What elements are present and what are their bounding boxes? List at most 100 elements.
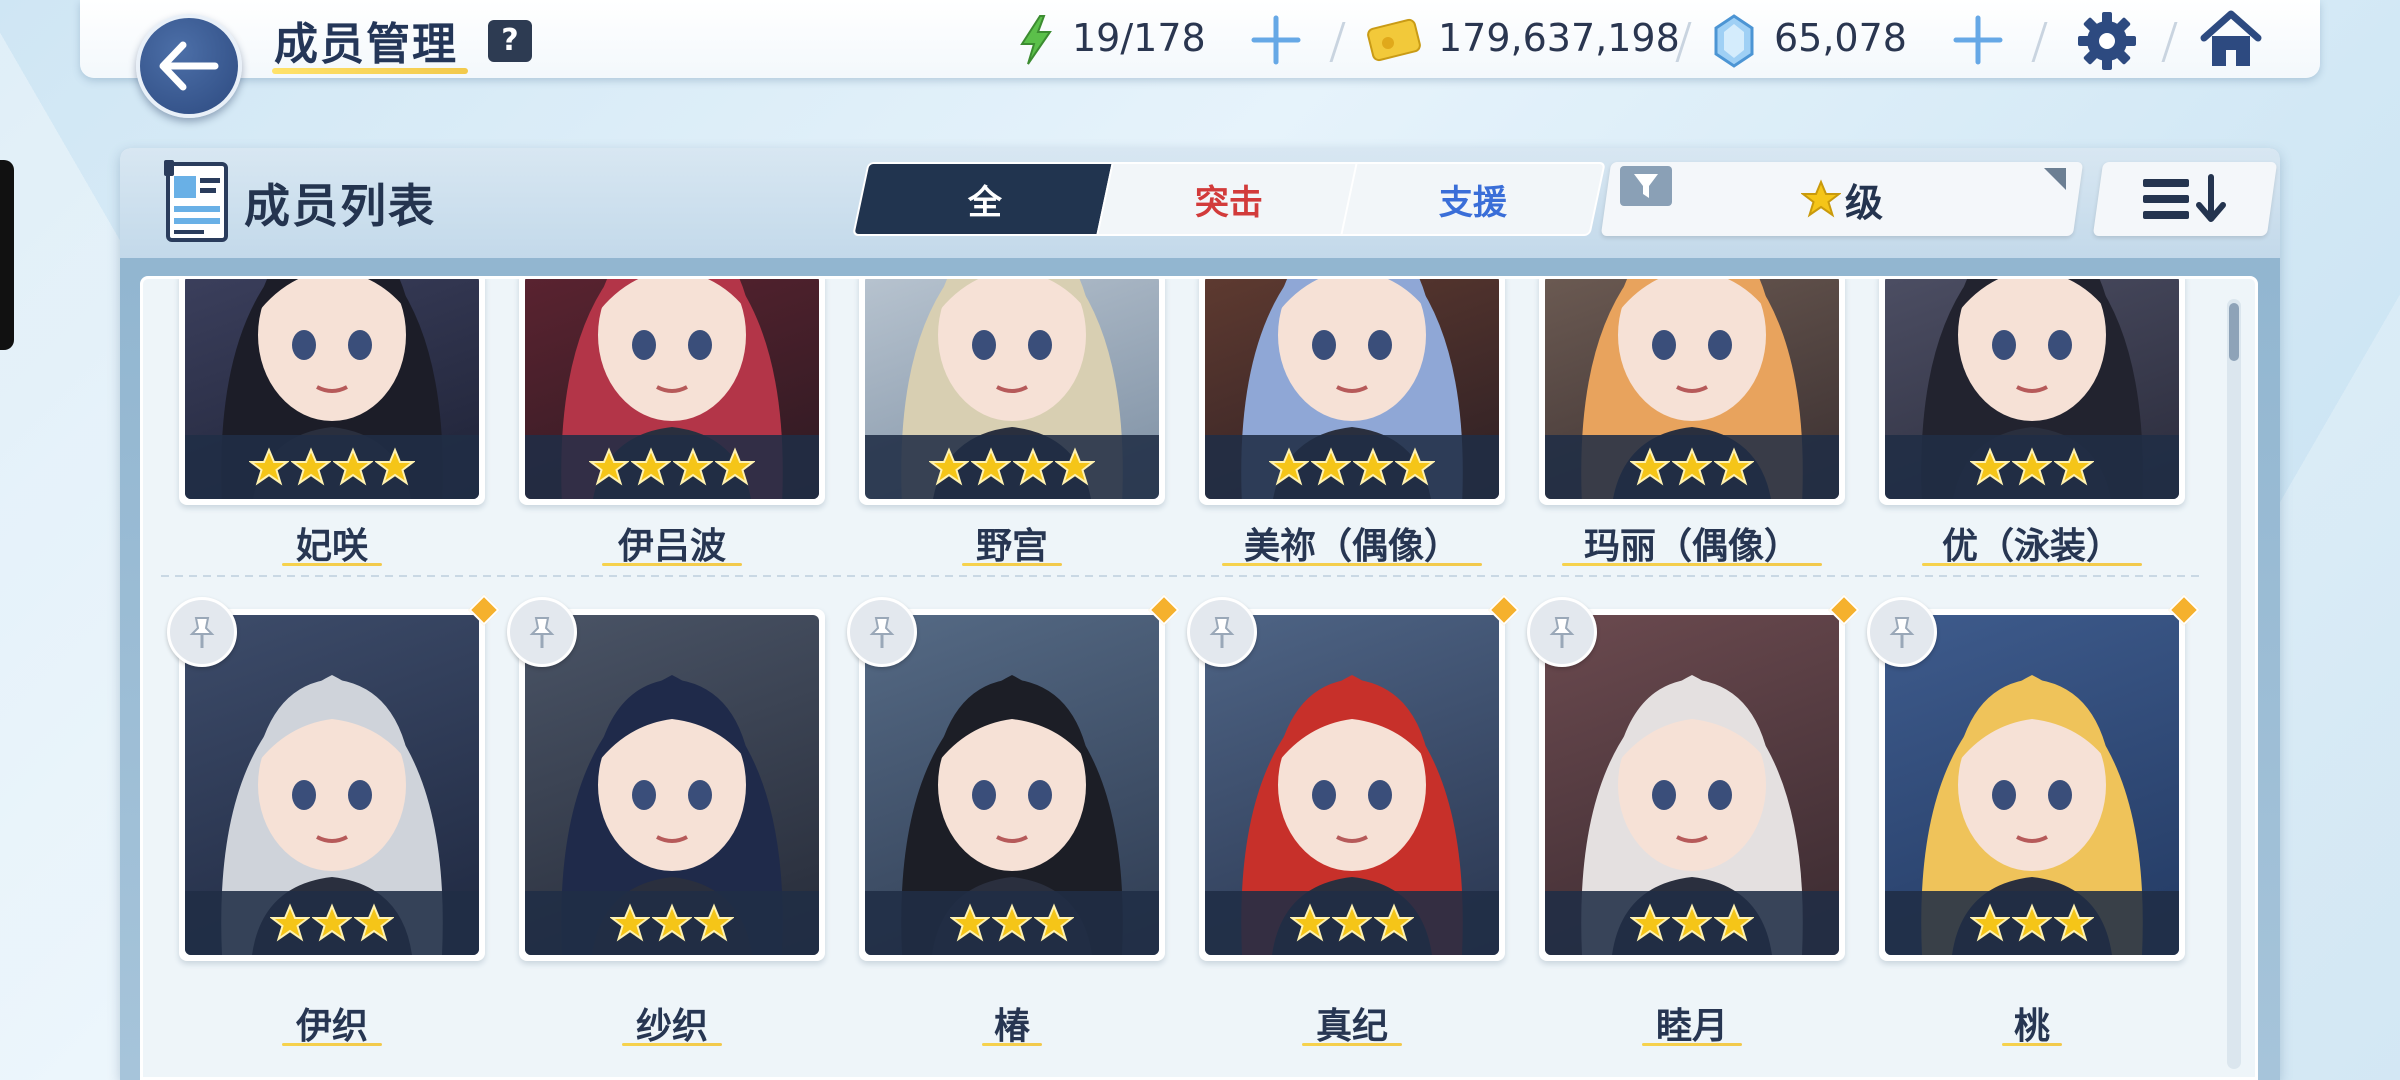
student-card[interactable]: 纱织 bbox=[507, 597, 825, 1047]
star-icon bbox=[1034, 903, 1074, 942]
name-underline bbox=[1642, 1043, 1742, 1046]
gear-icon[interactable] bbox=[2076, 10, 2138, 72]
funnel-icon bbox=[1634, 174, 1658, 198]
portrait-frame bbox=[519, 279, 825, 505]
star-icon bbox=[950, 903, 990, 942]
student-name: 桃 bbox=[2013, 1006, 2050, 1047]
scrollbar[interactable] bbox=[2227, 299, 2241, 1069]
star-icon bbox=[929, 447, 969, 486]
filter-tag bbox=[1620, 166, 1672, 206]
title-underline bbox=[272, 68, 468, 74]
pin-icon[interactable] bbox=[847, 597, 917, 667]
name-underline bbox=[282, 1043, 382, 1046]
pin-icon[interactable] bbox=[1867, 597, 1937, 667]
name-underline bbox=[282, 563, 382, 566]
student-portrait bbox=[865, 615, 1159, 955]
star-icon bbox=[1055, 447, 1095, 486]
pin-icon[interactable] bbox=[1187, 597, 1257, 667]
star-icon bbox=[1395, 447, 1435, 486]
student-card[interactable]: 妃咲 bbox=[179, 279, 485, 567]
star-rating bbox=[865, 435, 1159, 499]
name-underline bbox=[602, 563, 742, 566]
student-name: 伊吕波 bbox=[617, 526, 726, 567]
portrait-frame bbox=[179, 609, 485, 961]
student-name: 优（泳装） bbox=[1941, 526, 2122, 567]
student-card[interactable]: 桃 bbox=[1867, 594, 2200, 1047]
pyroxene-icon bbox=[1714, 14, 1754, 68]
star-icon bbox=[1970, 447, 2010, 486]
pin-icon[interactable] bbox=[1527, 597, 1597, 667]
star-icon bbox=[1311, 447, 1351, 486]
student-portrait bbox=[525, 279, 819, 499]
home-icon[interactable] bbox=[2198, 8, 2264, 70]
star-icon bbox=[1332, 903, 1372, 942]
portrait-frame bbox=[1879, 609, 2185, 961]
tab-striker[interactable]: 突击 bbox=[1096, 162, 1362, 236]
star-rating bbox=[525, 435, 819, 499]
portrait-frame bbox=[1199, 609, 1505, 961]
star-icon bbox=[354, 903, 394, 942]
portrait-frame bbox=[1539, 279, 1845, 505]
student-card[interactable]: 椿 bbox=[847, 594, 1180, 1047]
scrollbar-thumb[interactable] bbox=[2229, 303, 2239, 361]
student-card[interactable]: 睦月 bbox=[1527, 594, 1860, 1047]
student-card[interactable]: 野宫 bbox=[859, 279, 1165, 567]
name-underline bbox=[1922, 563, 2142, 566]
star-rating bbox=[525, 891, 819, 955]
portrait-frame bbox=[179, 279, 485, 505]
star-icon bbox=[1374, 903, 1414, 942]
pin-icon[interactable] bbox=[507, 597, 577, 667]
student-name: 椿 bbox=[993, 1006, 1030, 1047]
pin-icon[interactable] bbox=[167, 597, 237, 667]
back-button[interactable] bbox=[136, 14, 242, 118]
filter-dropdown[interactable]: 级 bbox=[1600, 162, 2084, 236]
student-card[interactable]: 玛丽（偶像） bbox=[1539, 279, 1845, 567]
star-icon bbox=[249, 447, 289, 486]
student-name: 纱织 bbox=[635, 1006, 708, 1047]
star-icon bbox=[1672, 447, 1712, 486]
student-card[interactable]: 真纪 bbox=[1187, 594, 1520, 1047]
student-card[interactable]: 伊吕波 bbox=[519, 279, 825, 567]
star-icon bbox=[715, 447, 755, 486]
star-icon bbox=[1353, 447, 1393, 486]
star-rating bbox=[185, 891, 479, 955]
student-portrait bbox=[865, 279, 1159, 499]
portrait-frame bbox=[859, 609, 1165, 961]
page-title: 成员管理 bbox=[274, 19, 458, 70]
help-button[interactable]: ? bbox=[488, 20, 532, 62]
student-card[interactable]: 优（泳装） bbox=[1879, 279, 2185, 567]
tab-all-label: 全 bbox=[968, 182, 1002, 223]
student-portrait bbox=[1205, 615, 1499, 955]
star-icon bbox=[1672, 903, 1712, 942]
student-card[interactable]: 伊织 bbox=[167, 594, 500, 1047]
tab-all[interactable]: 全 bbox=[852, 162, 1118, 236]
star-rating bbox=[185, 435, 479, 499]
student-card[interactable]: 美祢（偶像） bbox=[1199, 279, 1505, 567]
star-icon bbox=[971, 447, 1011, 486]
add-ap-button[interactable] bbox=[1248, 12, 1304, 68]
name-underline bbox=[962, 563, 1062, 566]
add-pyroxene-button[interactable] bbox=[1950, 12, 2006, 68]
star-rating bbox=[1205, 891, 1499, 955]
portrait-frame bbox=[1199, 279, 1505, 505]
star-icon bbox=[652, 903, 692, 942]
star-icon bbox=[1714, 903, 1754, 942]
sort-order-button[interactable] bbox=[2092, 162, 2278, 236]
tab-special[interactable]: 支援 bbox=[1340, 162, 1606, 236]
star-icon bbox=[1630, 903, 1670, 942]
star-rating bbox=[1885, 891, 2179, 955]
student-portrait bbox=[1545, 279, 1839, 499]
credit-icon bbox=[1367, 18, 1421, 62]
star-icon bbox=[1290, 903, 1330, 942]
star-icon bbox=[291, 447, 331, 486]
arrow-left-icon bbox=[159, 41, 219, 91]
student-portrait bbox=[525, 615, 819, 955]
row-divider bbox=[161, 575, 2201, 577]
panel-title: 成员列表 bbox=[244, 179, 436, 233]
student-grid[interactable]: 妃咲 伊吕波 野宫 美祢（偶像） 玛丽（偶像） 优（泳装） 伊织 纱织 椿 真纪 睦月 桃 bbox=[140, 276, 2258, 1080]
star-icon bbox=[1630, 447, 1670, 486]
name-underline bbox=[1302, 1043, 1402, 1046]
star-icon bbox=[631, 447, 671, 486]
student-portrait bbox=[1885, 279, 2179, 499]
tab-special-label: 支援 bbox=[1439, 182, 1507, 223]
